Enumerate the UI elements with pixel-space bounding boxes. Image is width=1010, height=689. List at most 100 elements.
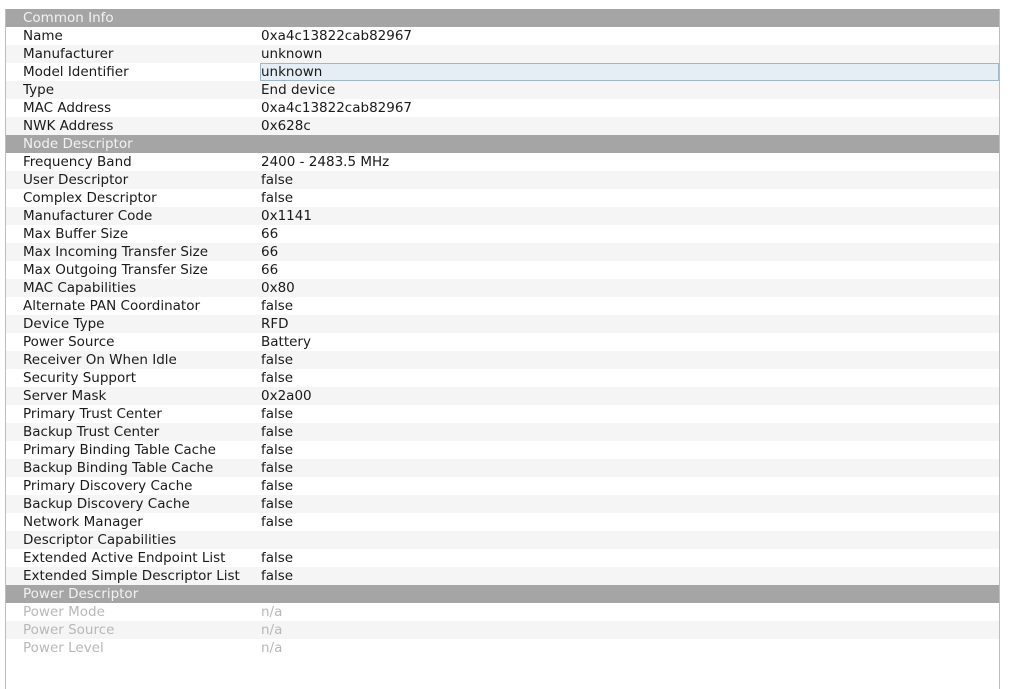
property-row[interactable]: Manufacturer unknown <box>6 45 999 63</box>
property-row[interactable]: Frequency Band 2400 - 2483.5 MHz <box>6 153 999 171</box>
property-label: Network Manager <box>23 514 143 530</box>
property-row[interactable]: Power Level n/a <box>6 639 999 657</box>
property-value[interactable] <box>260 531 999 549</box>
property-value[interactable]: false <box>260 405 999 423</box>
property-label: Device Type <box>23 316 105 332</box>
property-value[interactable]: false <box>260 567 999 585</box>
property-value[interactable]: 0x1141 <box>260 207 999 225</box>
property-value[interactable]: unknown <box>260 63 999 81</box>
section-title: Power Descriptor <box>23 586 139 602</box>
property-label: Backup Trust Center <box>23 424 160 440</box>
property-row[interactable]: Extended Simple Descriptor List false <box>6 567 999 585</box>
property-label: MAC Capabilities <box>23 280 137 296</box>
property-row[interactable]: Backup Discovery Cache false <box>6 495 999 513</box>
property-label: Power Mode <box>23 604 105 620</box>
property-label: Backup Discovery Cache <box>23 496 190 512</box>
property-value[interactable]: false <box>260 477 999 495</box>
property-row[interactable]: MAC Capabilities 0x80 <box>6 279 999 297</box>
property-value[interactable]: 66 <box>260 261 999 279</box>
property-value[interactable]: false <box>260 441 999 459</box>
property-label: Extended Simple Descriptor List <box>23 568 240 584</box>
property-value[interactable]: Battery <box>260 333 999 351</box>
property-row[interactable]: Security Support false <box>6 369 999 387</box>
property-row[interactable]: Max Outgoing Transfer Size 66 <box>6 261 999 279</box>
property-label: NWK Address <box>23 118 114 134</box>
section-header-node-descriptor[interactable]: Node Descriptor <box>6 135 999 153</box>
property-value[interactable]: false <box>260 549 999 567</box>
property-value[interactable]: 2400 - 2483.5 MHz <box>260 153 999 171</box>
section-title: Common Info <box>23 10 114 26</box>
property-row[interactable]: Alternate PAN Coordinator false <box>6 297 999 315</box>
property-label: Name <box>23 28 63 44</box>
property-value[interactable]: End device <box>260 81 999 99</box>
property-label: Max Outgoing Transfer Size <box>23 262 208 278</box>
property-value[interactable]: 66 <box>260 243 999 261</box>
property-row[interactable]: Network Manager false <box>6 513 999 531</box>
property-row[interactable]: Backup Binding Table Cache false <box>6 459 999 477</box>
property-value[interactable]: false <box>260 369 999 387</box>
property-label: Alternate PAN Coordinator <box>23 298 201 314</box>
property-label: Power Source <box>23 334 115 350</box>
property-label: Power Level <box>23 640 104 656</box>
section-header-power-descriptor[interactable]: Power Descriptor <box>6 585 999 603</box>
property-value[interactable]: false <box>260 297 999 315</box>
property-value[interactable]: n/a <box>260 639 999 657</box>
property-row[interactable]: Server Mask 0x2a00 <box>6 387 999 405</box>
property-label: User Descriptor <box>23 172 129 188</box>
property-value[interactable]: unknown <box>260 45 999 63</box>
property-label: Power Source <box>23 622 115 638</box>
property-row[interactable]: Receiver On When Idle false <box>6 351 999 369</box>
property-row[interactable]: Primary Trust Center false <box>6 405 999 423</box>
property-label: Server Mask <box>23 388 107 404</box>
property-label: Extended Active Endpoint List <box>23 550 226 566</box>
property-row[interactable]: Manufacturer Code 0x1141 <box>6 207 999 225</box>
property-value[interactable]: false <box>260 459 999 477</box>
property-label: Max Incoming Transfer Size <box>23 244 209 260</box>
property-value[interactable]: 66 <box>260 225 999 243</box>
property-row[interactable]: Max Incoming Transfer Size 66 <box>6 243 999 261</box>
property-label: Primary Trust Center <box>23 406 162 422</box>
device-info-tree[interactable]: Common Info Name 0xa4c13822cab82967 Manufac… <box>5 9 1000 689</box>
property-label: Manufacturer <box>23 46 114 62</box>
property-row[interactable]: User Descriptor false <box>6 171 999 189</box>
property-label: Manufacturer Code <box>23 208 153 224</box>
property-row[interactable]: Max Buffer Size 66 <box>6 225 999 243</box>
property-row[interactable]: Descriptor Capabilities <box>6 531 999 549</box>
property-row[interactable]: MAC Address 0xa4c13822cab82967 <box>6 99 999 117</box>
property-value[interactable]: false <box>260 513 999 531</box>
property-row[interactable]: Power Mode n/a <box>6 603 999 621</box>
property-row[interactable]: NWK Address 0x628c <box>6 117 999 135</box>
property-value[interactable]: n/a <box>260 603 999 621</box>
property-label: Descriptor Capabilities <box>23 532 177 548</box>
property-value[interactable]: false <box>260 423 999 441</box>
property-value[interactable]: false <box>260 189 999 207</box>
property-row[interactable]: Name 0xa4c13822cab82967 <box>6 27 999 45</box>
property-value[interactable]: 0x2a00 <box>260 387 999 405</box>
property-label: Max Buffer Size <box>23 226 129 242</box>
property-label: Frequency Band <box>23 154 132 170</box>
property-value[interactable]: 0x628c <box>260 117 999 135</box>
property-label: Primary Binding Table Cache <box>23 442 216 458</box>
property-row[interactable]: Backup Trust Center false <box>6 423 999 441</box>
property-value[interactable]: false <box>260 171 999 189</box>
property-row[interactable]: Model Identifier unknown <box>6 63 999 81</box>
property-value[interactable]: 0x80 <box>260 279 999 297</box>
property-row[interactable]: Device Type RFD <box>6 315 999 333</box>
property-value[interactable]: false <box>260 495 999 513</box>
property-value[interactable]: 0xa4c13822cab82967 <box>260 27 999 45</box>
property-label: Security Support <box>23 370 137 386</box>
property-row[interactable]: Type End device <box>6 81 999 99</box>
property-row[interactable]: Primary Binding Table Cache false <box>6 441 999 459</box>
property-row[interactable]: Power Source n/a <box>6 621 999 639</box>
property-row[interactable]: Extended Active Endpoint List false <box>6 549 999 567</box>
property-value[interactable]: false <box>260 351 999 369</box>
property-label: Receiver On When Idle <box>23 352 177 368</box>
property-row[interactable]: Primary Discovery Cache false <box>6 477 999 495</box>
property-value[interactable]: RFD <box>260 315 999 333</box>
property-row[interactable]: Complex Descriptor false <box>6 189 999 207</box>
property-value[interactable]: n/a <box>260 621 999 639</box>
section-header-common-info[interactable]: Common Info <box>6 9 999 27</box>
property-row[interactable]: Power Source Battery <box>6 333 999 351</box>
property-label: Model Identifier <box>23 64 129 80</box>
property-value[interactable]: 0xa4c13822cab82967 <box>260 99 999 117</box>
